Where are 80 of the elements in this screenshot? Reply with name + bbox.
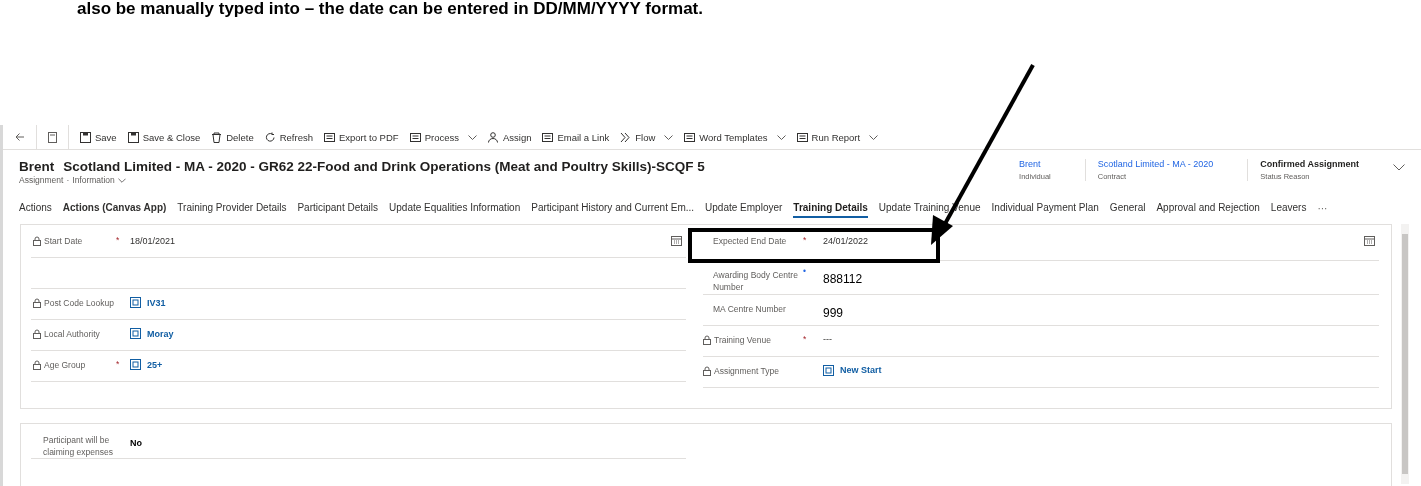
- field-value[interactable]: 888112: [823, 272, 863, 286]
- header-field-value[interactable]: Scotland Limited - MA - 2020: [1097, 159, 1214, 169]
- chevron-down-icon[interactable]: [1393, 164, 1405, 171]
- toolbar-icon: [127, 131, 139, 143]
- field-value[interactable]: No: [130, 437, 142, 448]
- required-marker: *: [116, 235, 120, 245]
- tab[interactable]: Training Details: [793, 198, 868, 218]
- required-marker: *: [803, 333, 807, 344]
- more-tabs-icon[interactable]: ···: [1317, 202, 1328, 214]
- field-label: Training Venue: [714, 333, 771, 346]
- field-label: Start Date: [44, 235, 83, 248]
- entity-name: Assignment: [19, 175, 64, 185]
- toolbar-icon: [409, 131, 421, 143]
- toolbar-icon: [542, 131, 554, 143]
- recommended-marker: •: [803, 266, 806, 276]
- toolbar-icon: [80, 131, 91, 143]
- tab[interactable]: Update Employer: [705, 198, 783, 218]
- lookup-link[interactable]: IV31: [147, 297, 166, 308]
- record-icon: [130, 297, 141, 308]
- date-field[interactable]: 24/01/2022: [823, 235, 869, 246]
- toolbar-icon: [796, 131, 808, 143]
- toolbar-button[interactable]: Word Templates: [684, 131, 786, 143]
- field-label: Age Group: [44, 359, 86, 372]
- record-title: Scotland Limited - MA - 2020 - GR62 22-Food and Drink Operations (Meat and Poultry Skills)-SCQF 5: [63, 159, 705, 174]
- scrollbar[interactable]: [1401, 224, 1409, 484]
- field-label: Participant will be claiming expenses: [42, 433, 114, 459]
- toolbar-button[interactable]: Save & Close: [127, 131, 201, 143]
- separator-dot: ·: [66, 175, 70, 185]
- field-value[interactable]: 999: [823, 305, 844, 320]
- record-name: Brent: [19, 159, 55, 174]
- calendar-icon[interactable]: [671, 235, 682, 246]
- field-label: Local Authority: [44, 328, 100, 341]
- record-icon: [823, 364, 834, 376]
- toolbar-icon: [323, 131, 335, 143]
- field-label: Awarding Body Centre Number: [713, 269, 799, 294]
- tab[interactable]: Approval and Rejection: [1156, 198, 1260, 218]
- header-field-value: Confirmed Assignment: [1260, 159, 1359, 169]
- toolbar-button[interactable]: Run Report: [796, 131, 879, 143]
- record-icon: [130, 328, 141, 339]
- toolbar-button[interactable]: Refresh: [264, 131, 313, 143]
- toolbar-button[interactable]: Save: [80, 131, 117, 143]
- toolbar-icon: [684, 131, 696, 143]
- required-marker: *: [803, 235, 807, 245]
- toolbar-icon: [620, 131, 632, 143]
- tab[interactable]: Participant Details: [297, 198, 379, 218]
- tab[interactable]: Leavers: [1270, 198, 1307, 218]
- caret-icon: [117, 177, 126, 183]
- lookup-link[interactable]: 25+: [147, 359, 163, 370]
- tab[interactable]: Individual Payment Plan: [991, 198, 1099, 218]
- toolbar-button[interactable]: Email a Link: [542, 131, 610, 143]
- toolbar-icon: [211, 131, 223, 143]
- toolbar-button[interactable]: Flow: [620, 131, 674, 143]
- field-label: MA Centre Number: [713, 302, 786, 315]
- toolbar-button[interactable]: Export to PDF: [323, 131, 399, 143]
- tab[interactable]: Training Provider Details: [177, 198, 287, 218]
- page-icon[interactable]: [48, 131, 57, 143]
- tab[interactable]: Participant History and Current Em...: [531, 198, 695, 218]
- back-arrow-icon[interactable]: [15, 132, 25, 142]
- toolbar-icon: [487, 131, 499, 143]
- required-marker: *: [116, 359, 120, 369]
- document-caption: also be manually typed into – the date can be entered in DD/MM/YYYY format.: [76, 0, 704, 18]
- field-value[interactable]: ---: [823, 333, 832, 344]
- tab[interactable]: Actions: [19, 198, 52, 218]
- toolbar-button[interactable]: Process: [409, 131, 477, 143]
- field-label: Expected End Date: [713, 235, 787, 248]
- header-field-value[interactable]: Brent: [1019, 159, 1051, 169]
- lookup-link[interactable]: Moray: [147, 328, 174, 339]
- record-icon: [130, 359, 141, 370]
- tab[interactable]: General: [1109, 198, 1146, 218]
- date-field[interactable]: 18/01/2021: [130, 235, 176, 246]
- toolbar-icon: [264, 131, 276, 143]
- field-label: Assignment Type: [714, 364, 780, 377]
- toolbar-button[interactable]: Delete: [211, 131, 254, 143]
- lookup-link[interactable]: New Start: [840, 365, 882, 376]
- form-selector[interactable]: Information: [72, 175, 126, 185]
- calendar-icon[interactable]: [1364, 235, 1375, 246]
- tab[interactable]: Update Equalities Information: [389, 198, 521, 218]
- tab[interactable]: Actions (Canvas App): [62, 198, 167, 218]
- toolbar-button[interactable]: Assign: [487, 131, 532, 143]
- field-label: Post Code Lookup: [44, 297, 114, 310]
